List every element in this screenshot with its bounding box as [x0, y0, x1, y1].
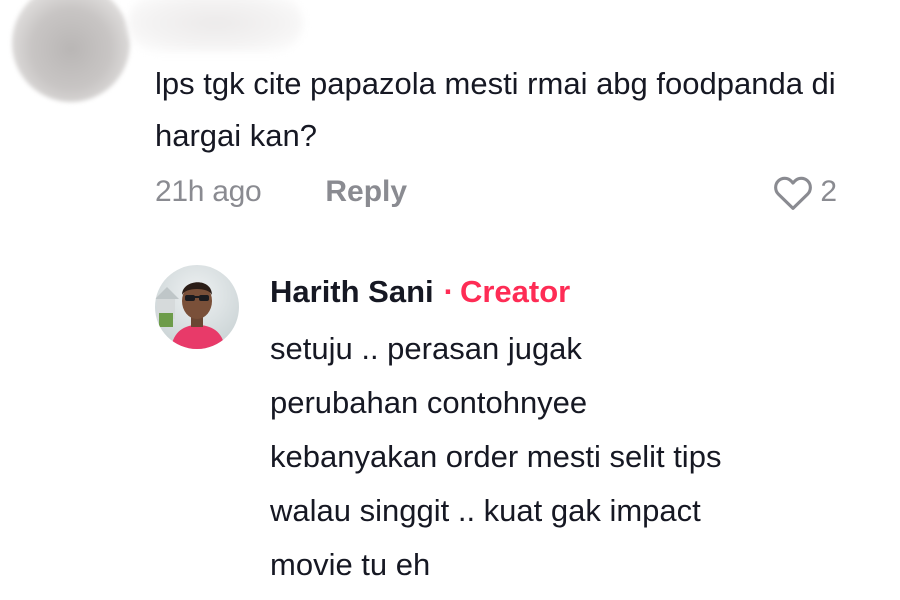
comment-timestamp: 21h ago [155, 175, 262, 208]
separator-dot: · [443, 274, 454, 309]
creator-badge: Creator [459, 274, 571, 309]
comment-author-name-blurred[interactable] [128, 0, 303, 52]
like-button[interactable]: 2 [772, 170, 837, 214]
reply-text-line: perubahan contohnyee [270, 385, 588, 420]
reply-author-avatar[interactable] [155, 265, 239, 349]
reply-author-name[interactable]: Harith Sani [270, 274, 434, 310]
reply-text-line: movie tu eh [270, 547, 431, 582]
comment-meta-row: 21h ago Reply 2 [155, 170, 845, 214]
reply-text-line: walau singgit .. kuat gak impact [270, 493, 701, 528]
reply-header: Harith Sani · Creator [270, 270, 570, 314]
comment-text: lps tgk cite papazola mesti rmai abg foo… [155, 66, 836, 153]
reply-text-line: setuju .. perasan jugak [270, 331, 582, 366]
reply-button[interactable]: Reply [325, 175, 407, 209]
like-count: 2 [820, 175, 837, 208]
reply-text: setuju .. perasan jugak perubahan contoh… [270, 322, 870, 592]
reply-text-line: kebanyakan order mesti selit tips [270, 439, 722, 474]
heart-outline-icon [774, 176, 813, 210]
comment-author-avatar-blurred[interactable] [12, 0, 130, 102]
avatar-photo [155, 265, 239, 349]
